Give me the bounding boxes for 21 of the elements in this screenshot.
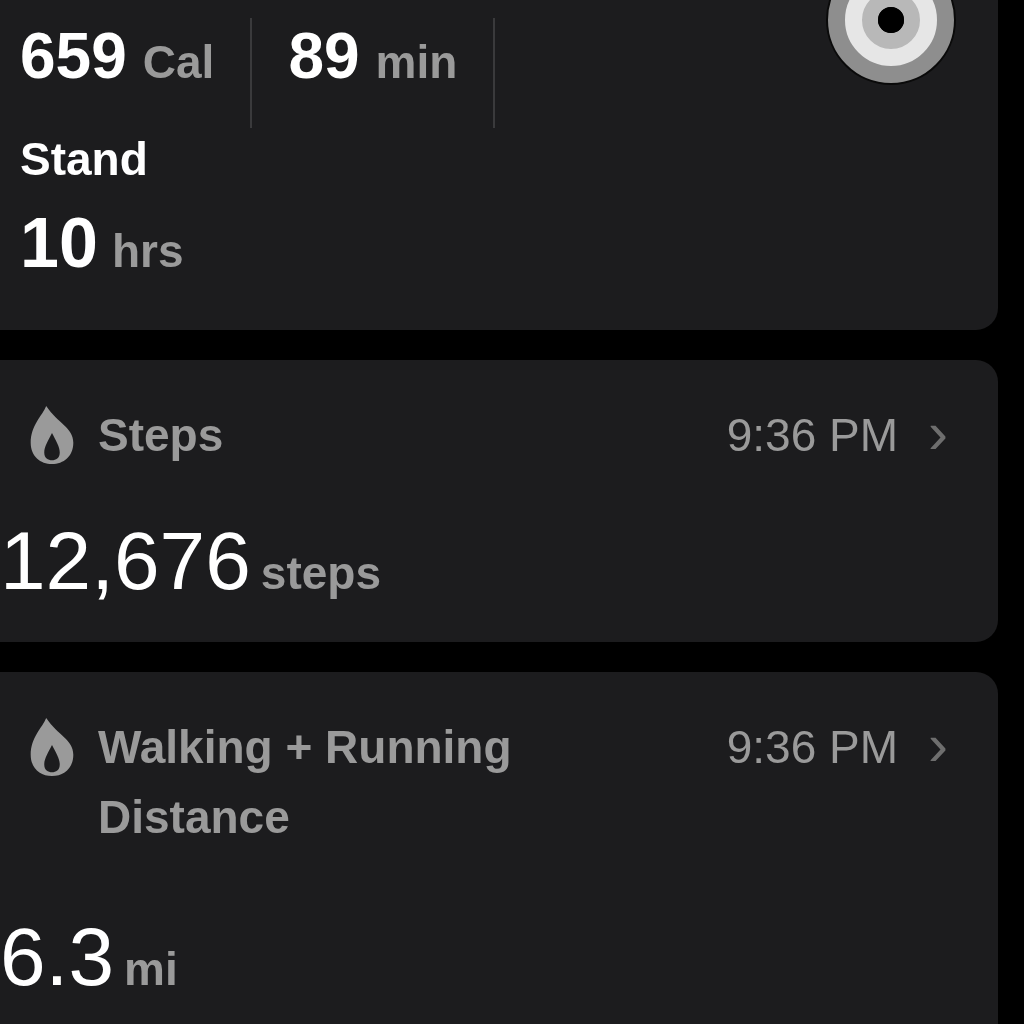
- metric-value: 89: [288, 24, 360, 88]
- flame-icon: [28, 716, 76, 778]
- card-title: Walking + Running Distance: [98, 720, 513, 845]
- chevron-icon: ›: [928, 400, 948, 466]
- stand-value: 10: [20, 208, 98, 278]
- metric-unit: Cal: [142, 39, 215, 85]
- summary-card[interactable]: Walking + Running Distance 9:36 PM › 6.3 mi: [0, 672, 998, 1024]
- metric-unit: min: [375, 39, 458, 85]
- timestamp: 9:36 PM: [726, 720, 898, 775]
- metric-value: 6.3: [0, 916, 114, 998]
- timestamp: 9:36 PM: [726, 408, 898, 463]
- summary-card[interactable]: Steps 9:36 PM › 12,676 steps: [0, 360, 998, 642]
- metric-value: 12,676: [0, 520, 251, 602]
- flame-icon: [28, 404, 76, 466]
- metric-unit: mi: [124, 946, 178, 992]
- stand-label: Stand: [20, 136, 149, 182]
- metric-value: 659: [20, 24, 127, 88]
- chevron-icon: ›: [928, 712, 948, 778]
- card-title: Steps: [98, 408, 225, 463]
- stand-unit: hrs: [111, 228, 184, 274]
- activity-card[interactable]: 659 Cal 89 min Stand 10 hrs: [0, 0, 998, 330]
